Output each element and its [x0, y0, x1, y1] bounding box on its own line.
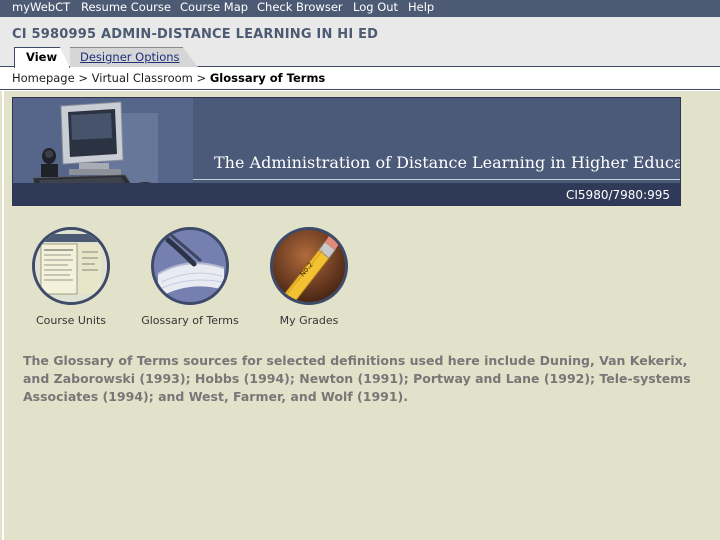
glossary-description: The Glossary of Terms sources for select…	[23, 353, 691, 404]
my-grades-label[interactable]: My Grades	[254, 314, 364, 327]
nav-help[interactable]: Help	[408, 0, 434, 14]
left-divider	[2, 91, 4, 540]
pencil-icon[interactable]: No.2	[270, 227, 348, 305]
breadcrumb-homepage[interactable]: Homepage	[12, 71, 75, 85]
breadcrumb-separator: >	[196, 71, 207, 85]
top-nav: myWebCT Resume Course Course Map Check B…	[0, 0, 720, 17]
nav-course-map[interactable]: Course Map	[180, 0, 248, 14]
nav-check-browser[interactable]: Check Browser	[257, 0, 343, 14]
banner-rule	[193, 179, 680, 180]
breadcrumb-separator: >	[78, 71, 88, 85]
breadcrumb: Homepage > Virtual Classroom > Glossary …	[0, 68, 720, 90]
nav-course-units[interactable]: Course Units	[16, 227, 126, 327]
course-title: CI 5980995 ADMIN-DISTANCE LEARNING IN HI…	[12, 27, 379, 42]
nav-my-grades[interactable]: No.2 My Grades	[254, 227, 364, 327]
course-units-icon[interactable]	[32, 227, 110, 305]
nav-log-out[interactable]: Log Out	[353, 0, 398, 14]
book-icon[interactable]	[151, 227, 229, 305]
nav-glossary-of-terms[interactable]: Glossary of Terms	[135, 227, 245, 327]
breadcrumb-virtual-classroom[interactable]: Virtual Classroom	[92, 71, 193, 85]
nav-resume-course[interactable]: Resume Course	[81, 0, 171, 14]
course-banner: The Administration of Distance Learning …	[12, 97, 681, 206]
course-code: CI5980/7980:995	[566, 188, 670, 202]
tab-view[interactable]: View	[14, 47, 70, 68]
tab-strip: View Designer Options	[0, 47, 720, 68]
breadcrumb-current: Glossary of Terms	[209, 71, 326, 85]
course-bar: CI 5980995 ADMIN-DISTANCE LEARNING IN HI…	[0, 17, 720, 47]
nav-mywebct[interactable]: myWebCT	[12, 0, 70, 14]
glossary-of-terms-label[interactable]: Glossary of Terms	[135, 314, 245, 327]
tab-designer-options[interactable]: Designer Options	[70, 47, 198, 67]
course-units-label[interactable]: Course Units	[16, 314, 126, 327]
banner-title: The Administration of Distance Learning …	[214, 153, 681, 172]
content-area: The Administration of Distance Learning …	[0, 91, 720, 540]
